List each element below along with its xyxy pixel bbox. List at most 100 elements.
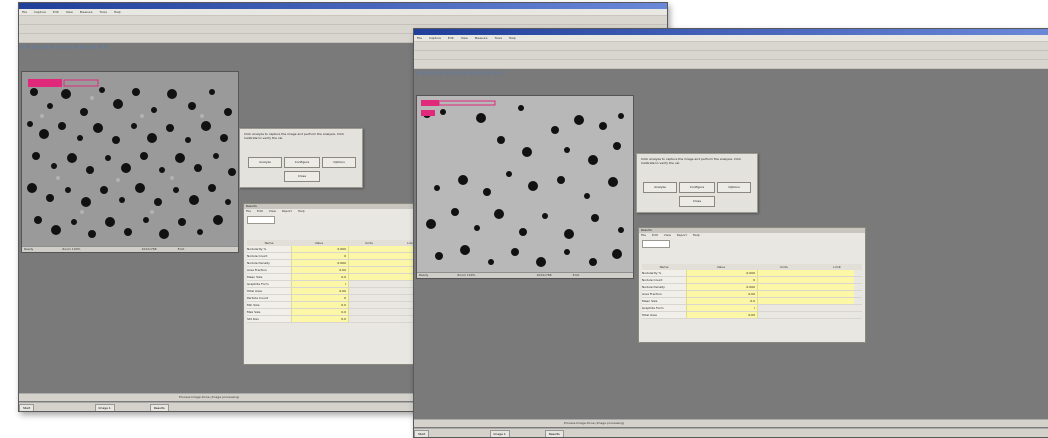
tool-icon[interactable] bbox=[469, 71, 473, 75]
start-button[interactable]: Start bbox=[19, 404, 35, 411]
tool-icon[interactable] bbox=[32, 45, 36, 49]
panel-menu-file[interactable]: File bbox=[641, 233, 646, 237]
menu-help[interactable]: Help bbox=[114, 10, 121, 14]
tool-icon[interactable] bbox=[487, 71, 491, 75]
taskbar-item[interactable]: Image 1 bbox=[489, 430, 510, 437]
options-button[interactable]: Options bbox=[717, 182, 751, 193]
tool-icon[interactable] bbox=[80, 45, 84, 49]
close-button[interactable]: Close bbox=[679, 196, 715, 207]
menu-edit[interactable]: Edit bbox=[448, 36, 454, 40]
table-row[interactable]: Particle Count 0 bbox=[247, 295, 431, 302]
panel-menu-help[interactable]: Help bbox=[298, 209, 305, 213]
tool-icon[interactable] bbox=[451, 71, 455, 75]
menu-tools[interactable]: Tools bbox=[495, 36, 502, 40]
tool-icon[interactable] bbox=[26, 45, 30, 49]
panel-input[interactable] bbox=[642, 240, 670, 248]
tool-icon[interactable] bbox=[433, 71, 437, 75]
tool-icon[interactable] bbox=[56, 45, 60, 49]
analyze-dialog: Click Analyze to capture the image and p… bbox=[636, 153, 758, 213]
tool-icon[interactable] bbox=[86, 45, 90, 49]
panel-menu-view[interactable]: View bbox=[269, 209, 276, 213]
close-button[interactable]: Close bbox=[284, 171, 320, 182]
tool-icon[interactable] bbox=[499, 71, 503, 75]
tool-icon[interactable] bbox=[457, 71, 461, 75]
menu-file[interactable]: File bbox=[417, 36, 422, 40]
micrograph-window[interactable]: Ready Zoom 100% 1024x768 8 bit bbox=[21, 71, 239, 253]
panel-input[interactable] bbox=[247, 216, 275, 224]
configure-button[interactable]: Configure bbox=[679, 182, 715, 193]
table-row[interactable]: Graphite Form I bbox=[247, 281, 431, 288]
tool-icon[interactable] bbox=[62, 45, 66, 49]
tool-icon[interactable] bbox=[104, 45, 108, 49]
table-row[interactable]: Nodularity % 0.000 bbox=[642, 270, 862, 277]
table-row[interactable]: Nodule Count 0 bbox=[642, 277, 862, 284]
tool-icon[interactable] bbox=[481, 71, 485, 75]
menu-edit[interactable]: Edit bbox=[53, 10, 59, 14]
tool-icon[interactable] bbox=[68, 45, 72, 49]
tool-icon[interactable] bbox=[421, 71, 425, 75]
tool-icon[interactable] bbox=[463, 71, 467, 75]
menu-tools[interactable]: Tools bbox=[100, 10, 107, 14]
row-label: Mean Size bbox=[247, 274, 291, 280]
row-unit-cell bbox=[757, 270, 854, 276]
tool-icon[interactable] bbox=[98, 45, 102, 49]
tool-icon[interactable] bbox=[92, 45, 96, 49]
start-button[interactable]: Start bbox=[414, 430, 430, 437]
table-row[interactable]: Nodule Density 0.000 bbox=[642, 284, 862, 291]
tool-icon[interactable] bbox=[44, 45, 48, 49]
panel-menu-edit[interactable]: Edit bbox=[652, 233, 658, 237]
tool-icon[interactable] bbox=[20, 45, 24, 49]
table-row[interactable]: Area Fraction 0.00 bbox=[642, 291, 862, 298]
menu-measure[interactable]: Measure bbox=[80, 10, 93, 14]
table-row[interactable]: Max Size 0.0 bbox=[247, 309, 431, 316]
tool-icon[interactable] bbox=[427, 71, 431, 75]
analyze-button[interactable]: Analyze bbox=[643, 182, 677, 193]
results-panel: Results File Edit View Report Help Name … bbox=[638, 227, 866, 343]
taskbar-item[interactable]: Image 1 bbox=[94, 404, 115, 411]
menu-file[interactable]: File bbox=[22, 10, 27, 14]
table-row[interactable]: Total Area 0.00 bbox=[642, 312, 862, 319]
table-row[interactable]: Min Size 0.0 bbox=[247, 302, 431, 309]
row-value: 0.0 bbox=[291, 309, 348, 315]
table-row[interactable]: Nodule Density 0.000 bbox=[247, 260, 431, 267]
menu-view[interactable]: View bbox=[66, 10, 73, 14]
configure-button[interactable]: Configure bbox=[284, 157, 320, 168]
menu-capture[interactable]: Capture bbox=[34, 10, 46, 14]
panel-menu-file[interactable]: File bbox=[246, 209, 251, 213]
tool-icon[interactable] bbox=[74, 45, 78, 49]
tool-icon[interactable] bbox=[493, 71, 497, 75]
menu-view[interactable]: View bbox=[461, 36, 468, 40]
taskbar-item[interactable]: Results bbox=[149, 404, 169, 411]
dialog-message: Click Analyze to capture the image and p… bbox=[244, 132, 345, 140]
table-row[interactable]: Std Dev 0.0 bbox=[247, 316, 431, 323]
status-message: Process Image Done (image processing) bbox=[179, 395, 240, 399]
options-button[interactable]: Options bbox=[322, 157, 356, 168]
tool-icon[interactable] bbox=[439, 71, 443, 75]
panel-menu-view[interactable]: View bbox=[664, 233, 671, 237]
row-label: Mean Size bbox=[642, 298, 686, 304]
table-row[interactable]: Nodule Count 0 bbox=[247, 253, 431, 260]
table-row[interactable]: Mean Size 0.0 bbox=[642, 298, 862, 305]
table-row[interactable]: Nodularity % 0.000 bbox=[247, 246, 431, 253]
panel-menu-report[interactable]: Report bbox=[677, 233, 687, 237]
tool-icon[interactable] bbox=[38, 45, 42, 49]
row-value: 0.0 bbox=[291, 274, 348, 280]
menu-help[interactable]: Help bbox=[509, 36, 516, 40]
table-row[interactable]: Area Fraction 0.00 bbox=[247, 267, 431, 274]
tool-icon[interactable] bbox=[445, 71, 449, 75]
table-row[interactable]: Mean Size 0.0 bbox=[247, 274, 431, 281]
table-row[interactable]: Graphite Form I bbox=[642, 305, 862, 312]
tool-icon[interactable] bbox=[415, 71, 419, 75]
menu-measure[interactable]: Measure bbox=[475, 36, 488, 40]
table-row[interactable]: Total Area 0.00 bbox=[247, 288, 431, 295]
panel-menu-edit[interactable]: Edit bbox=[257, 209, 263, 213]
micrograph-window[interactable]: Ready Zoom 100% 1024x768 8 bit bbox=[416, 95, 634, 279]
analyze-button[interactable]: Analyze bbox=[248, 157, 282, 168]
panel-menu-report[interactable]: Report bbox=[282, 209, 292, 213]
row-label: Nodularity % bbox=[247, 246, 291, 252]
tool-icon[interactable] bbox=[50, 45, 54, 49]
panel-menu-help[interactable]: Help bbox=[693, 233, 700, 237]
taskbar-item[interactable]: Results bbox=[544, 430, 564, 437]
menu-capture[interactable]: Capture bbox=[429, 36, 441, 40]
tool-icon[interactable] bbox=[475, 71, 479, 75]
